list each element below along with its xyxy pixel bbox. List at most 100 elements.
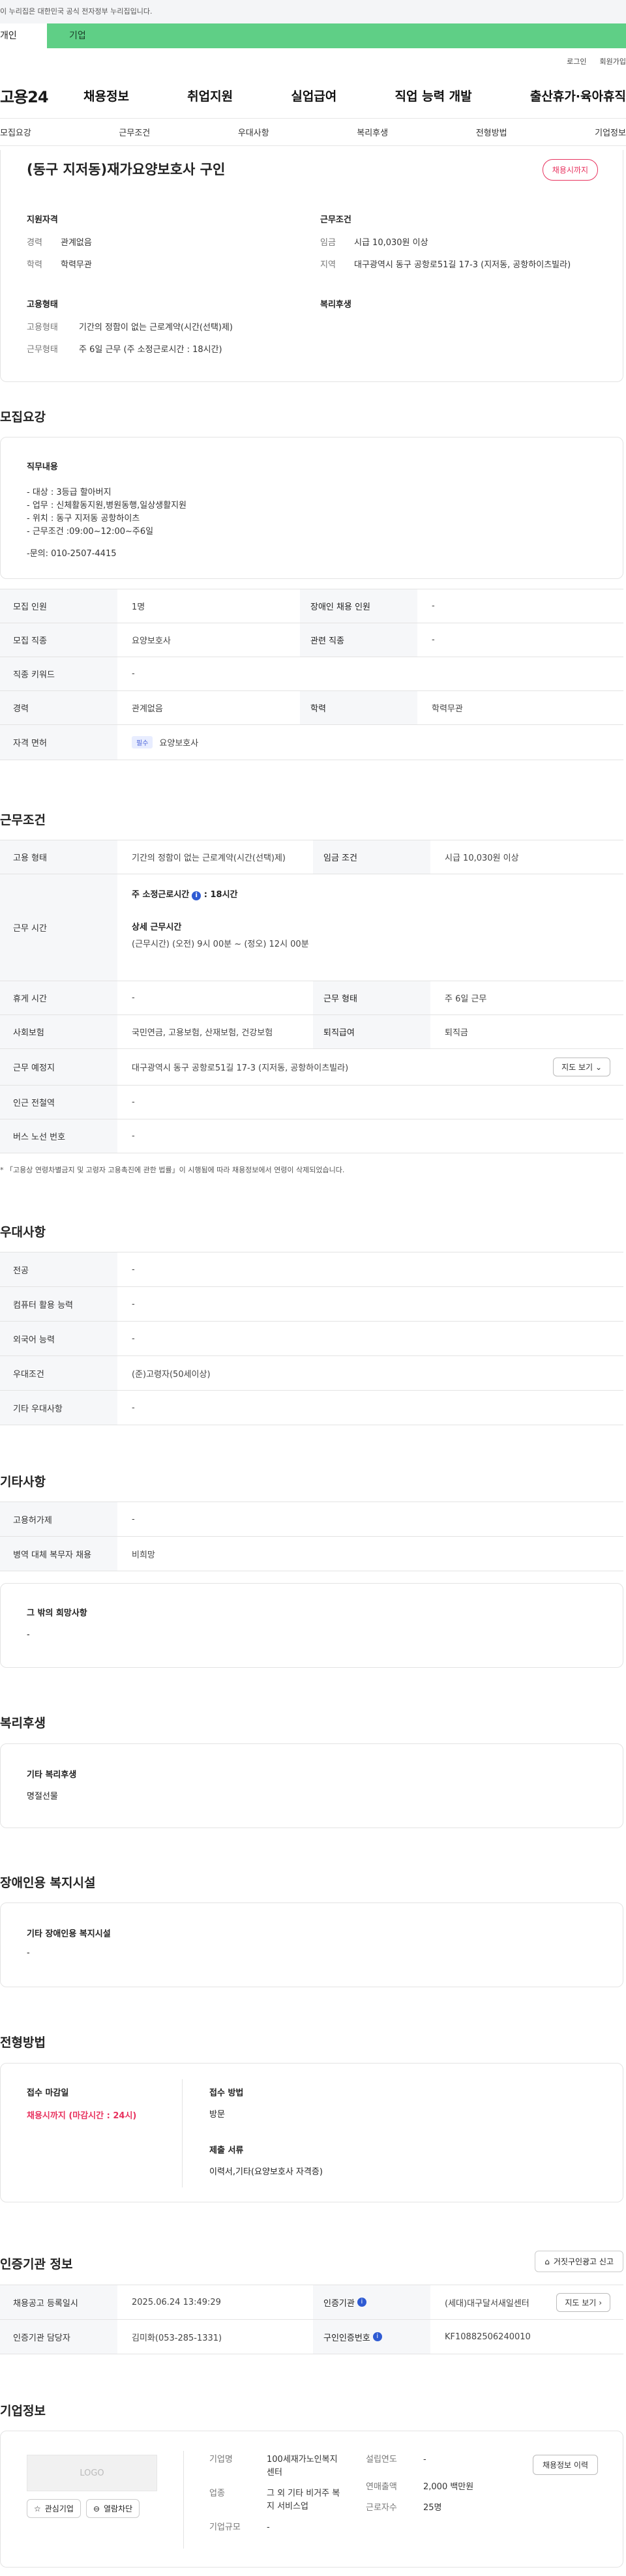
map-button-label: 지도 보기 xyxy=(561,1063,593,1072)
emptype-header: 고용 형태 xyxy=(0,840,117,874)
gnb-item-skills[interactable]: 직업 능력 개발 xyxy=(395,87,472,104)
docs-heading: 제출 서류 xyxy=(209,2146,244,2155)
welfare-section-title: 복리후생 xyxy=(0,1716,46,1730)
false-ad-report-button[interactable]: ⌂ 거짓구인광고 신고 xyxy=(535,2251,623,2272)
job-history-button[interactable]: 채용정보 이력 xyxy=(532,2455,598,2475)
disability-value: - xyxy=(27,1948,30,1958)
pc-skill-header: 컴퓨터 활용 능력 xyxy=(0,1287,117,1321)
founded-value: - xyxy=(423,2455,426,2465)
tab-selection[interactable]: 전형방법 xyxy=(476,126,507,138)
wage-value: 시급 10,030원 이상 xyxy=(354,238,428,248)
conditions-section-title: 근무조건 xyxy=(0,813,46,827)
cert-map-button[interactable]: 지도 보기 › xyxy=(556,2292,610,2312)
industry-value: 그 외 기타 비거주 복지 서비스업 xyxy=(267,2489,340,2511)
gov-notice: 이 누리집은 대한민국 공식 전자정부 누리집입니다. xyxy=(0,0,626,23)
block-company-button[interactable]: ⊖ 열람차단 xyxy=(85,2499,140,2518)
table-row: 우대조건 (준)고령자(50세이상) xyxy=(0,1356,623,1391)
etc-table: 고용허가제 - 병역 대체 복무자 채용 비희망 xyxy=(0,1502,623,1571)
method-heading: 접수 방법 xyxy=(209,2088,244,2098)
tab-conditions[interactable]: 근무조건 xyxy=(119,126,150,138)
table-row: 버스 노선 번호 - xyxy=(0,1119,623,1153)
cert-org-cell: (세대)대구달서새일센터 지도 보기 › xyxy=(430,2285,623,2319)
table-row: 컴퓨터 활용 능력 - xyxy=(0,1287,623,1322)
language-value: - xyxy=(132,1333,135,1344)
welfare-box: 기타 복리후생 명절선물 xyxy=(0,1743,623,1828)
divider xyxy=(183,2451,184,2549)
emptype-value: 기간의 정함이 없는 근로계약(시간(선택)제) xyxy=(132,853,286,863)
tab-welfare[interactable]: 복리후생 xyxy=(357,126,388,138)
deadline-block: 접수 마감일 채용시까지 (마감시간 : 24시) xyxy=(27,2086,136,2121)
emptype-label: 고용형태 xyxy=(27,323,58,333)
severance-value: 퇴직금 xyxy=(445,1028,468,1038)
hours-detail-heading: 상세 근무시간 xyxy=(132,923,182,932)
tab-company[interactable]: 기업 xyxy=(47,23,626,48)
regdate-value: 2025.06.24 13:49:29 xyxy=(132,2297,221,2307)
job-type-value: 요양보호사 xyxy=(132,636,171,646)
wish-box: 그 밖의 희망사항 - xyxy=(0,1583,623,1668)
work-permit-header: 고용허가제 xyxy=(0,1502,117,1536)
subway-value: - xyxy=(132,1097,135,1107)
company-section-title: 기업정보 xyxy=(0,2404,46,2418)
duty-content: - 대상 : 3등급 할아버지 - 업무 : 신체활동지원,병원동행,일상생활지… xyxy=(27,486,597,561)
chevron-right-icon: › xyxy=(599,2298,602,2307)
military-header: 병역 대체 복무자 채용 xyxy=(0,1537,117,1571)
work-permit-value: - xyxy=(132,1514,135,1524)
manager-value: 김미화(053-285-1331) xyxy=(132,2333,222,2343)
info-icon[interactable]: i xyxy=(192,891,201,900)
related-job-header: 관련 직종 xyxy=(300,623,417,657)
cert-org-label: 인증기관 xyxy=(323,2298,355,2309)
company-logo: LOGO xyxy=(27,2455,157,2491)
employment-type-heading: 고용형태 xyxy=(27,300,58,310)
duty-line xyxy=(27,539,597,548)
login-link[interactable]: 로그인 xyxy=(567,56,586,73)
gnb-item-parental-leave[interactable]: 출산휴가·육아휴직 xyxy=(530,87,626,104)
other-preference-header: 기타 우대사항 xyxy=(0,1391,117,1425)
work-conditions-heading: 근무조건 xyxy=(320,215,351,225)
other-preference-value: - xyxy=(132,1402,135,1413)
table-row: 경력 관계없음 학력 학력무관 xyxy=(0,691,623,725)
gnb-item-employment-support[interactable]: 취업지원 xyxy=(187,87,233,104)
gnb-item-jobs[interactable]: 채용정보 xyxy=(83,87,129,104)
insurance-header: 사회보험 xyxy=(0,1015,117,1048)
related-job-value: - xyxy=(432,635,435,645)
wish-value: - xyxy=(27,1630,30,1640)
recruit-table: 모집 인원 1명 장애인 채용 인원 - 모집 직종 요양보호사 관련 직종 -… xyxy=(0,589,623,760)
qualification-block: 지원자격 경력 관계없음 학력 학력무관 xyxy=(27,213,301,281)
tab-preference[interactable]: 우대사항 xyxy=(238,126,269,138)
block-label: 열람차단 xyxy=(104,2504,133,2513)
welfare-block: 복리후생 xyxy=(320,297,351,321)
method-block: 접수 방법 방문 제출 서류 이력서,기타(요양보호사 자격증) xyxy=(209,2086,323,2177)
recruit-section-title: 모집요강 xyxy=(0,410,46,424)
pc-skill-value: - xyxy=(132,1299,135,1309)
tab-personal[interactable]: 개인 xyxy=(0,23,47,48)
founded-label: 설립연도 xyxy=(366,2455,397,2465)
signup-link[interactable]: 회원가입 xyxy=(600,56,626,73)
education-label: 학력 xyxy=(27,260,42,270)
company-size-label: 기업규모 xyxy=(209,2523,241,2532)
util-links: 로그인 회원가입 xyxy=(0,48,626,73)
sales-value: 2,000 백만원 xyxy=(423,2482,474,2492)
divider xyxy=(182,2079,183,2187)
workers-value: 25명 xyxy=(423,2503,442,2513)
duty-line: - 업무 : 신체활동지원,병원동행,일상생활지원 xyxy=(27,501,187,511)
wage-value: 시급 10,030원 이상 xyxy=(445,853,519,863)
work-conditions-block: 근무조건 임금 시급 10,030원 이상 지역 대구광역시 동구 공항로51길 1… xyxy=(320,213,601,281)
info-icon[interactable]: i xyxy=(372,2332,382,2341)
star-icon: ☆ xyxy=(34,2504,41,2513)
deadline-value: 채용시까지 (마감시간 : 24시) xyxy=(27,2111,137,2121)
company-info-right: 설립연도 - 연매출액 2,000 백만원 근로자수 25명 xyxy=(366,2453,496,2524)
gnb-item-unemployment-benefit[interactable]: 실업급여 xyxy=(291,87,336,104)
cert-section-title: 인증기관 정보 xyxy=(0,2257,73,2272)
favorite-company-button[interactable]: ☆ 관심기업 xyxy=(27,2499,81,2518)
gnb-menu: 채용정보 취업지원 실업급여 직업 능력 개발 출산휴가·육아휴직 xyxy=(83,87,626,104)
disability-section-title: 장애인용 복지시설 xyxy=(0,1876,96,1890)
map-button[interactable]: 지도 보기 ⌄ xyxy=(553,1058,610,1076)
tab-recruit[interactable]: 모집요강 xyxy=(0,126,31,138)
report-button-label: 거짓구인광고 신고 xyxy=(553,2257,614,2266)
wage-label: 임금 xyxy=(320,238,336,248)
major-value: - xyxy=(132,1264,135,1275)
tab-company[interactable]: 기업정보 xyxy=(595,126,626,138)
site-logo[interactable]: 고용24 xyxy=(0,84,83,107)
cert-no-header: 구인인증번호 i xyxy=(313,2320,430,2354)
info-icon[interactable]: i xyxy=(357,2298,366,2307)
